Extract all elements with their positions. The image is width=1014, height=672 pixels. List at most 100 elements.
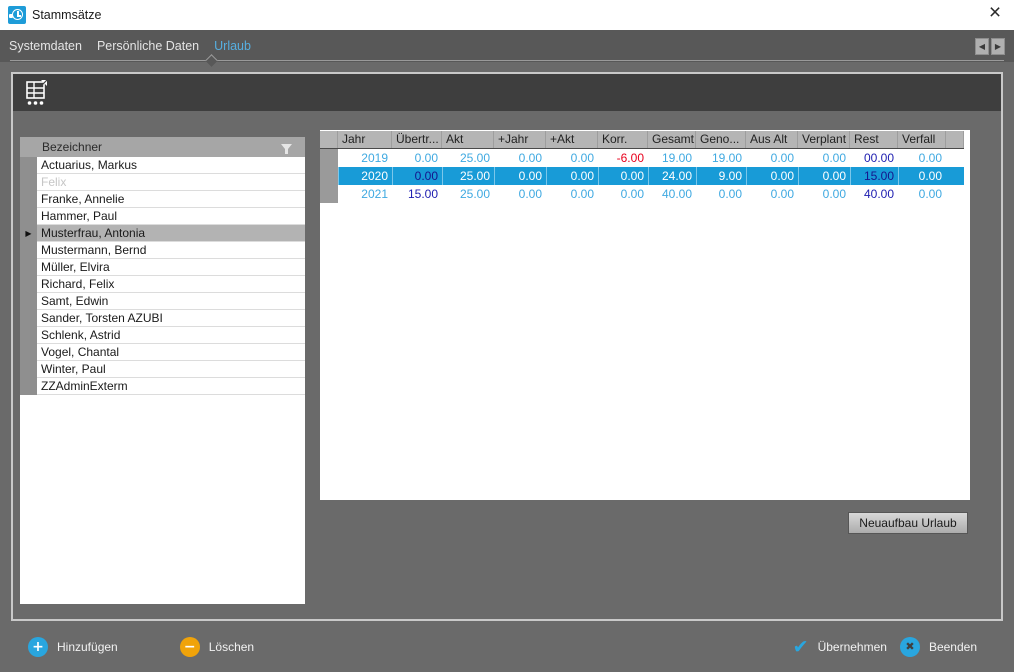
table-cell: 15.00 [392,185,442,203]
employee-name: Mustermann, Bernd [37,242,305,259]
close-icon[interactable]: × [982,0,1008,28]
table-cell: 0.00 [494,149,546,167]
employee-row[interactable]: Winter, Paul [20,361,305,378]
employee-name: Actuarius, Markus [37,157,305,174]
column-header-jahr[interactable]: +Jahr [494,131,546,148]
column-header-gesamt[interactable]: Gesamt [648,131,696,148]
employee-row[interactable]: Samt, Edwin [20,293,305,310]
employee-name: Franke, Annelie [37,191,305,208]
employee-list-header[interactable]: Bezeichner [20,137,305,157]
master-record-icon[interactable] [24,79,50,107]
column-header-korr[interactable]: Korr. [598,131,648,148]
row-gutter [20,157,37,174]
bottom-action-bar: + Hinzufügen − Löschen ✔ Übernehmen ✖ Be… [0,622,1014,672]
row-gutter [20,310,37,327]
add-button-label: Hinzufügen [57,640,118,654]
employee-row[interactable]: Actuarius, Markus [20,157,305,174]
column-header-aus-alt[interactable]: Aus Alt [746,131,798,148]
table-cell: 0.00 [392,149,442,167]
vacation-table-header: JahrÜbertr...Akt+Jahr+AktKorr.GesamtGeno… [320,131,964,149]
table-cell: 19.00 [696,149,746,167]
employee-name: Müller, Elvira [37,259,305,276]
table-cell: 0.00 [494,167,546,185]
table-row[interactable]: 202115.0025.000.000.000.0040.000.000.000… [320,185,964,203]
employee-row[interactable]: ▶Musterfrau, Antonia [20,225,305,242]
employee-name: ZZAdminExterm [37,378,305,395]
column-header-geno[interactable]: Geno... [696,131,746,148]
column-header-verfall[interactable]: Verfall [898,131,946,148]
column-header-filler [946,131,964,148]
plus-icon: + [28,637,48,657]
table-cell: 0.00 [898,149,946,167]
table-cell: 0.00 [798,149,850,167]
quit-button[interactable]: ✖ Beenden [900,637,977,657]
quit-button-label: Beenden [929,640,977,654]
row-gutter [20,208,37,225]
employee-row[interactable]: Hammer, Paul [20,208,305,225]
table-row-filler [946,185,964,203]
window-title: Stammsätze [32,0,101,30]
table-cell: 0.00 [696,185,746,203]
employee-row[interactable]: Richard, Felix [20,276,305,293]
employee-name: Musterfrau, Antonia [37,225,305,242]
column-header-bertr[interactable]: Übertr... [392,131,442,148]
table-cell: 00.00 [850,149,898,167]
row-gutter [20,327,37,344]
column-header-verplant[interactable]: Verplant [798,131,850,148]
employee-row[interactable]: Felix [20,174,305,191]
table-cell: 0.00 [746,167,798,185]
neuaufbau-urlaub-button[interactable]: Neuaufbau Urlaub [848,512,968,534]
add-button[interactable]: + Hinzufügen [28,637,118,657]
table-cell: 25.00 [442,185,494,203]
check-icon: ✔ [793,637,809,657]
employee-name: Vogel, Chantal [37,344,305,361]
column-header-rest[interactable]: Rest [850,131,898,148]
close-circle-icon: ✖ [900,637,920,657]
current-row-marker-icon: ▶ [20,225,37,242]
table-cell: 2021 [338,185,392,203]
table-cell: 24.00 [648,167,696,185]
tab-scroll-right-icon[interactable]: ▶ [991,38,1005,55]
employee-row[interactable]: Mustermann, Bernd [20,242,305,259]
app-history-icon [8,6,26,24]
employee-row[interactable]: Sander, Torsten AZUBI [20,310,305,327]
tab-scroll-left-icon[interactable]: ◀ [975,38,989,55]
table-cell: 0.00 [546,185,598,203]
apply-button[interactable]: ✔ Übernehmen [793,637,887,657]
column-header-jahr[interactable]: Jahr [338,131,392,148]
tab-urlaub[interactable]: Urlaub [213,39,252,53]
employee-row[interactable]: Franke, Annelie [20,191,305,208]
table-row-gutter [320,149,338,167]
table-cell: 40.00 [648,185,696,203]
table-cell: 0.00 [898,167,946,185]
table-cell: 0.00 [598,167,648,185]
column-header-akt[interactable]: +Akt [546,131,598,148]
delete-button[interactable]: − Löschen [180,637,254,657]
table-cell: 0.00 [494,185,546,203]
tab-systemdaten[interactable]: Systemdaten [8,39,83,53]
table-cell: 0.00 [746,185,798,203]
table-cell: 0.00 [546,149,598,167]
table-cell: 2020 [338,167,392,185]
table-row[interactable]: 20190.0025.000.000.00-6.0019.0019.000.00… [320,149,964,167]
table-row[interactable]: 20200.0025.000.000.000.0024.009.000.000.… [320,167,964,185]
employee-row[interactable]: Schlenk, Astrid [20,327,305,344]
filter-funnel-icon[interactable] [280,141,293,161]
tab-pers-nliche-daten[interactable]: Persönliche Daten [96,39,200,53]
employee-row[interactable]: ZZAdminExterm [20,378,305,395]
employee-row[interactable]: Müller, Elvira [20,259,305,276]
table-cell: 19.00 [648,149,696,167]
column-header-akt[interactable]: Akt [442,131,494,148]
employee-rows: Actuarius, MarkusFelixFranke, AnnelieHam… [20,157,305,395]
vacation-table-body: 20190.0025.000.000.00-6.0019.0019.000.00… [320,149,964,203]
delete-button-label: Löschen [209,640,254,654]
table-cell: 0.00 [798,185,850,203]
table-cell: 25.00 [442,149,494,167]
table-row-filler [946,149,964,167]
table-cell: 2019 [338,149,392,167]
table-cell: 15.00 [850,167,898,185]
title-bar: Stammsätze × [0,0,1014,30]
employee-name: Felix [37,174,305,191]
table-header-gutter [320,131,338,148]
employee-row[interactable]: Vogel, Chantal [20,344,305,361]
